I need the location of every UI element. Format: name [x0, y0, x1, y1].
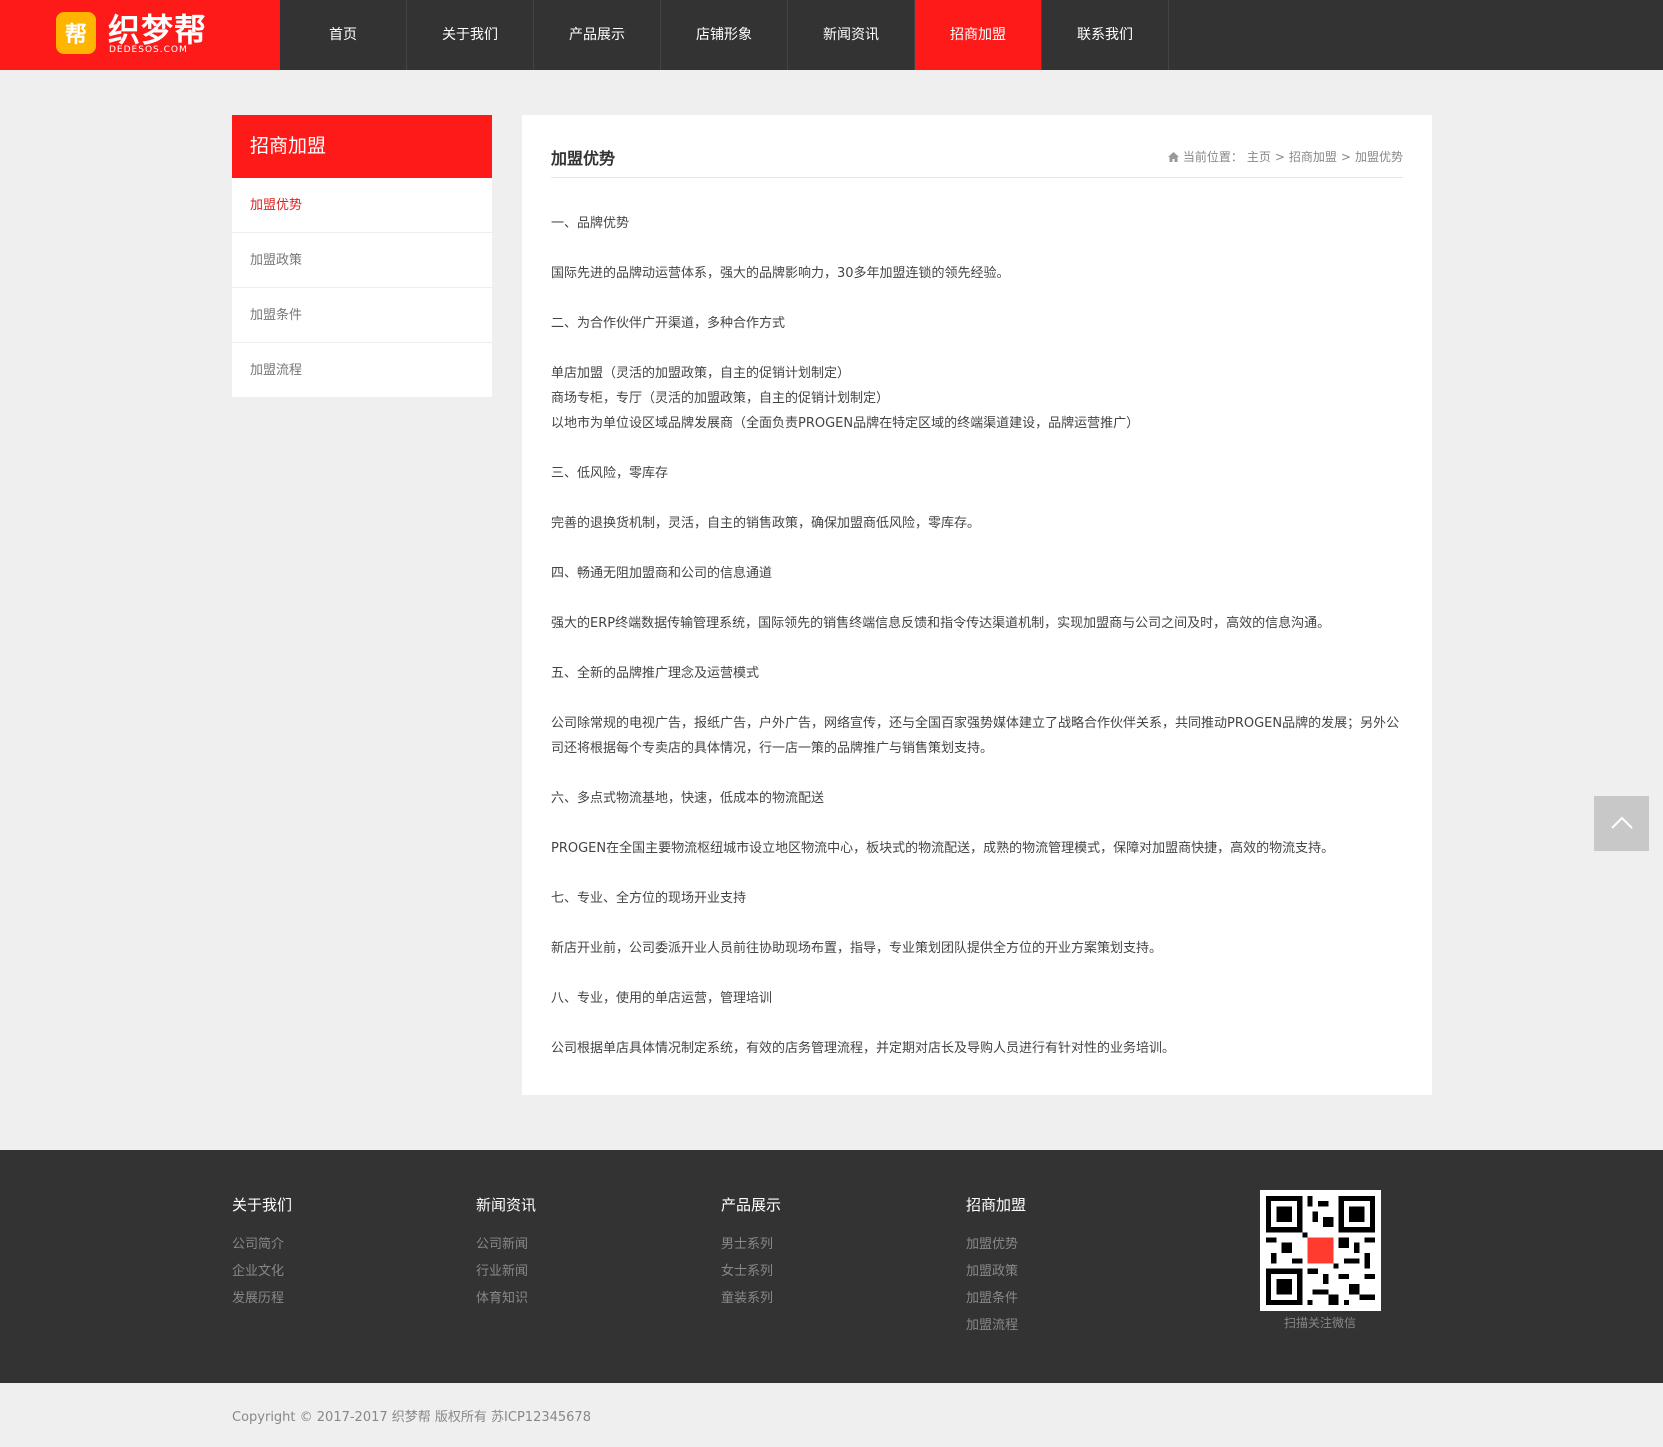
footer-link[interactable]: 加盟条件 [966, 1285, 1026, 1312]
footer-link[interactable]: 发展历程 [232, 1285, 292, 1312]
logo-title: 织梦帮 [108, 11, 208, 49]
footer-link[interactable]: 童装系列 [721, 1285, 781, 1312]
site-header: 帮 织梦帮 DEDESOS.COM 首页 关于我们 产品展示 店铺形象 新闻资讯… [0, 0, 1663, 70]
paragraph: 新店开业前，公司委派开业人员前往协助现场布置，指导，专业策划团队提供全方位的开业… [551, 941, 1163, 956]
back-to-top-button[interactable] [1594, 796, 1649, 851]
footer-column-franchise: 招商加盟 加盟优势 加盟政策 加盟条件 加盟流程 [966, 1194, 1026, 1339]
section-heading: 六、多点式物流基地，快速，低成本的物流配送 [551, 791, 825, 806]
article-body: 一、品牌优势 国际先进的品牌动运营体系，强大的品牌影响力，30多年加盟连锁的领先… [551, 211, 1403, 1061]
footer-link[interactable]: 体育知识 [476, 1285, 536, 1312]
sidebar-title: 招商加盟 [232, 115, 492, 178]
logo-subtitle: DEDESOS.COM [109, 45, 188, 55]
footer-column-about: 关于我们 公司简介 企业文化 发展历程 [232, 1194, 292, 1312]
arrow-up-icon [1610, 814, 1633, 833]
paragraph: 公司根据单店具体情况制定系统，有效的店务管理流程，并定期对店长及导购人员进行有针… [551, 1041, 1176, 1056]
sidebar: 招商加盟 加盟优势 加盟政策 加盟条件 加盟流程 [232, 115, 492, 398]
footer-column-title: 招商加盟 [966, 1196, 1027, 1214]
sidebar-item-policy[interactable]: 加盟政策 [232, 233, 492, 288]
nav-item-products[interactable]: 产品展示 [534, 0, 661, 70]
paragraph: 以地市为单位设区域品牌发展商（全面负责PROGEN品牌在特定区域的终端渠道建设，… [551, 416, 1140, 431]
main-nav: 首页 关于我们 产品展示 店铺形象 新闻资讯 招商加盟 联系我们 [280, 0, 1169, 70]
paragraph: 单店加盟（灵活的加盟政策，自主的促销计划制定） [551, 366, 851, 381]
main-header: 加盟优势 当前位置： 主页 > 招商加盟 > 加盟优势 [551, 145, 1403, 178]
site-footer: 关于我们 公司简介 企业文化 发展历程 新闻资讯 公司新闻 行业新闻 体育知识 … [0, 1150, 1663, 1383]
section-heading: 一、品牌优势 [551, 216, 630, 231]
section-heading: 三、低风险，零库存 [551, 466, 669, 481]
paragraph: 强大的ERP终端数据传输管理系统，国际领先的销售终端信息反馈和指令传达渠道机制，… [551, 616, 1331, 631]
sidebar-item-process[interactable]: 加盟流程 [232, 343, 492, 398]
footer-link[interactable]: 男士系列 [721, 1231, 781, 1258]
paragraph: 国际先进的品牌动运营体系，强大的品牌影响力，30多年加盟连锁的领先经验。 [551, 266, 1010, 281]
footer-column-products: 产品展示 男士系列 女士系列 童装系列 [721, 1194, 781, 1312]
breadcrumb-separator: > [1274, 149, 1285, 164]
footer-link[interactable]: 行业新闻 [476, 1258, 536, 1285]
section-heading: 八、专业，使用的单店运营，管理培训 [551, 991, 773, 1006]
section-heading: 二、为合作伙伴广开渠道，多种合作方式 [551, 316, 786, 331]
nav-item-stores[interactable]: 店铺形象 [661, 0, 788, 70]
footer-link[interactable]: 加盟优势 [966, 1231, 1026, 1258]
logo-mark-icon: 帮 [56, 12, 96, 54]
page-title: 加盟优势 [551, 149, 616, 168]
copyright: Copyright © 2017-2017 织梦帮 版权所有 苏ICP12345… [232, 1410, 591, 1425]
breadcrumb: 当前位置： 主页 > 招商加盟 > 加盟优势 [1167, 148, 1403, 165]
footer-column-title: 关于我们 [232, 1196, 293, 1214]
section-heading: 四、畅通无阻加盟商和公司的信息通道 [551, 566, 773, 581]
footer-link[interactable]: 企业文化 [232, 1258, 292, 1285]
paragraph: 公司除常规的电视广告，报纸广告，户外广告，网络宣传，还与全国百家强势媒体建立了战… [551, 716, 1400, 756]
nav-item-news[interactable]: 新闻资讯 [788, 0, 915, 70]
nav-item-about[interactable]: 关于我们 [407, 0, 534, 70]
main-panel: 加盟优势 当前位置： 主页 > 招商加盟 > 加盟优势 一、品牌优势 国际先进的品… [522, 115, 1432, 1095]
section-heading: 五、全新的品牌推广理念及运营模式 [551, 666, 760, 681]
logo[interactable]: 帮 织梦帮 DEDESOS.COM [0, 0, 280, 70]
paragraph: PROGEN在全国主要物流枢纽城市设立地区物流中心，板块式的物流配送，成熟的物流… [551, 841, 1335, 856]
footer-link[interactable]: 公司简介 [232, 1231, 292, 1258]
home-icon [1167, 151, 1179, 162]
nav-item-contact[interactable]: 联系我们 [1042, 0, 1169, 70]
breadcrumb-home[interactable]: 主页 [1247, 148, 1271, 165]
qr-code-icon [1260, 1190, 1381, 1311]
footer-column-news: 新闻资讯 公司新闻 行业新闻 体育知识 [476, 1194, 536, 1312]
footer-link[interactable]: 加盟流程 [966, 1312, 1026, 1339]
breadcrumb-section[interactable]: 招商加盟 [1289, 148, 1337, 165]
sidebar-item-advantages[interactable]: 加盟优势 [232, 178, 492, 233]
section-heading: 七、专业、全方位的现场开业支持 [551, 891, 747, 906]
paragraph: 完善的退换货机制，灵活，自主的销售政策，确保加盟商低风险，零库存。 [551, 516, 981, 531]
breadcrumb-current[interactable]: 加盟优势 [1355, 148, 1403, 165]
paragraph: 商场专柜，专厅（灵活的加盟政策，自主的促销计划制定） [551, 391, 890, 406]
nav-item-home[interactable]: 首页 [280, 0, 407, 70]
footer-column-title: 新闻资讯 [476, 1196, 537, 1214]
breadcrumb-prefix: 当前位置： [1182, 150, 1243, 164]
footer-link[interactable]: 女士系列 [721, 1258, 781, 1285]
footer-link[interactable]: 公司新闻 [476, 1231, 536, 1258]
footer-column-title: 产品展示 [721, 1196, 782, 1214]
footer-link[interactable]: 加盟政策 [966, 1258, 1026, 1285]
qr-caption: 扫描关注微信 [1283, 1316, 1356, 1330]
breadcrumb-separator: > [1340, 149, 1351, 164]
nav-item-franchise[interactable]: 招商加盟 [915, 0, 1042, 70]
sidebar-item-conditions[interactable]: 加盟条件 [232, 288, 492, 343]
